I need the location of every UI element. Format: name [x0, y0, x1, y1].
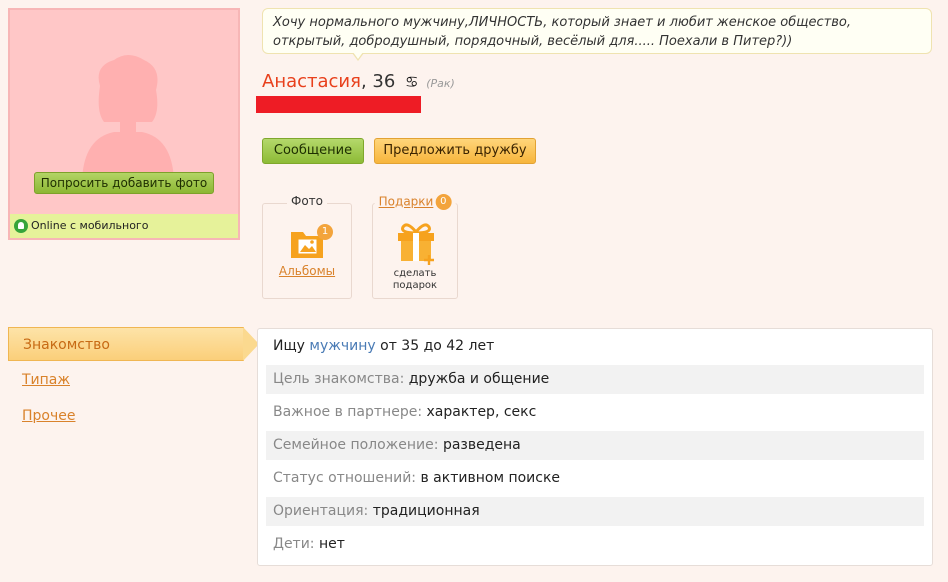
make-gift-line1: сделать — [393, 268, 437, 279]
redaction-bar — [256, 96, 421, 113]
message-button[interactable]: Сообщение — [262, 138, 364, 164]
status-message: Хочу нормального мужчину,ЛИЧНОСТЬ, котор… — [262, 8, 932, 54]
info-value: разведена — [442, 437, 521, 453]
side-item-acquaintance[interactable]: Знакомство — [8, 327, 259, 361]
info-value: в активном поиске — [420, 470, 561, 486]
gifts-box: Подарки 0 сделать подарок — [372, 194, 458, 299]
profile-page: Попросить добавить фото Online с мобильн… — [0, 0, 948, 582]
user-age: , 36 — [360, 71, 396, 92]
side-item-type[interactable]: Типаж — [8, 363, 258, 397]
info-value: нет — [318, 536, 345, 552]
profile-photo-placeholder: Попросить добавить фото Online с мобильн… — [8, 8, 240, 240]
zodiac-cancer-icon: ♋ — [405, 73, 419, 91]
info-label: Цель знакомства: — [273, 371, 405, 387]
info-row-orientation: Ориентация: традиционная — [266, 497, 924, 526]
photo-box-title: Фото — [286, 194, 328, 208]
info-row-goal: Цель знакомства: дружба и общение — [266, 365, 924, 394]
info-row-important: Важное в партнере: характер, секс — [266, 398, 924, 427]
acquaintance-info-panel: Ищу мужчину от 35 до 42 лет Цель знакомс… — [257, 328, 933, 566]
female-silhouette-icon — [82, 55, 174, 180]
info-label: Важное в партнере: — [273, 404, 423, 420]
zodiac-sign-name: (Рак) — [426, 77, 455, 90]
online-status-text: Online с мобильного — [31, 219, 149, 232]
gift-icon[interactable] — [395, 221, 437, 265]
gifts-box-title: Подарки 0 — [374, 194, 456, 210]
online-status: Online с мобильного — [10, 214, 238, 238]
gifts-link[interactable]: Подарки — [379, 195, 434, 209]
ask-add-photo-button[interactable]: Попросить добавить фото — [34, 172, 214, 194]
info-row-marital: Семейное положение: разведена — [266, 431, 924, 460]
android-icon — [14, 219, 28, 233]
info-label: Ориентация: — [273, 503, 369, 519]
info-row-children: Дети: нет — [266, 530, 924, 559]
info-row-seeking: Ищу мужчину от 35 до 42 лет — [266, 332, 924, 361]
side-item-type-link[interactable]: Типаж — [22, 372, 70, 388]
info-row-relationship: Статус отношений: в активном поиске — [266, 464, 924, 493]
info-label: Статус отношений: — [273, 470, 417, 486]
albums-link[interactable]: Альбомы — [263, 264, 351, 278]
user-name: Анастасия — [262, 71, 361, 92]
info-label: Семейное положение: — [273, 437, 439, 453]
side-item-other[interactable]: Прочее — [8, 399, 258, 433]
gifts-count-badge: 0 — [435, 194, 452, 210]
info-value: дружба и общение — [408, 371, 550, 387]
albums-count-badge: 1 — [317, 224, 333, 240]
info-value: традиционная — [372, 503, 480, 519]
info-label: Дети: — [273, 536, 315, 552]
side-menu: Знакомство Типаж Прочее — [8, 327, 259, 435]
seek-prefix: Ищу — [273, 338, 305, 354]
status-bubble-tail — [352, 52, 364, 61]
photo-box: Фото 1 Альбомы — [262, 194, 352, 299]
name-age-line: Анастасия, 36 ♋ (Рак) — [262, 70, 455, 94]
make-gift-line2: подарок — [392, 280, 438, 291]
make-gift-caption[interactable]: сделать подарок — [373, 268, 457, 292]
seek-gender-link[interactable]: мужчину — [309, 338, 375, 354]
offer-friendship-button[interactable]: Предложить дружбу — [374, 138, 536, 164]
seek-age-range: от 35 до 42 лет — [380, 338, 495, 354]
info-value: характер, секс — [426, 404, 537, 420]
side-item-other-link[interactable]: Прочее — [22, 408, 75, 424]
